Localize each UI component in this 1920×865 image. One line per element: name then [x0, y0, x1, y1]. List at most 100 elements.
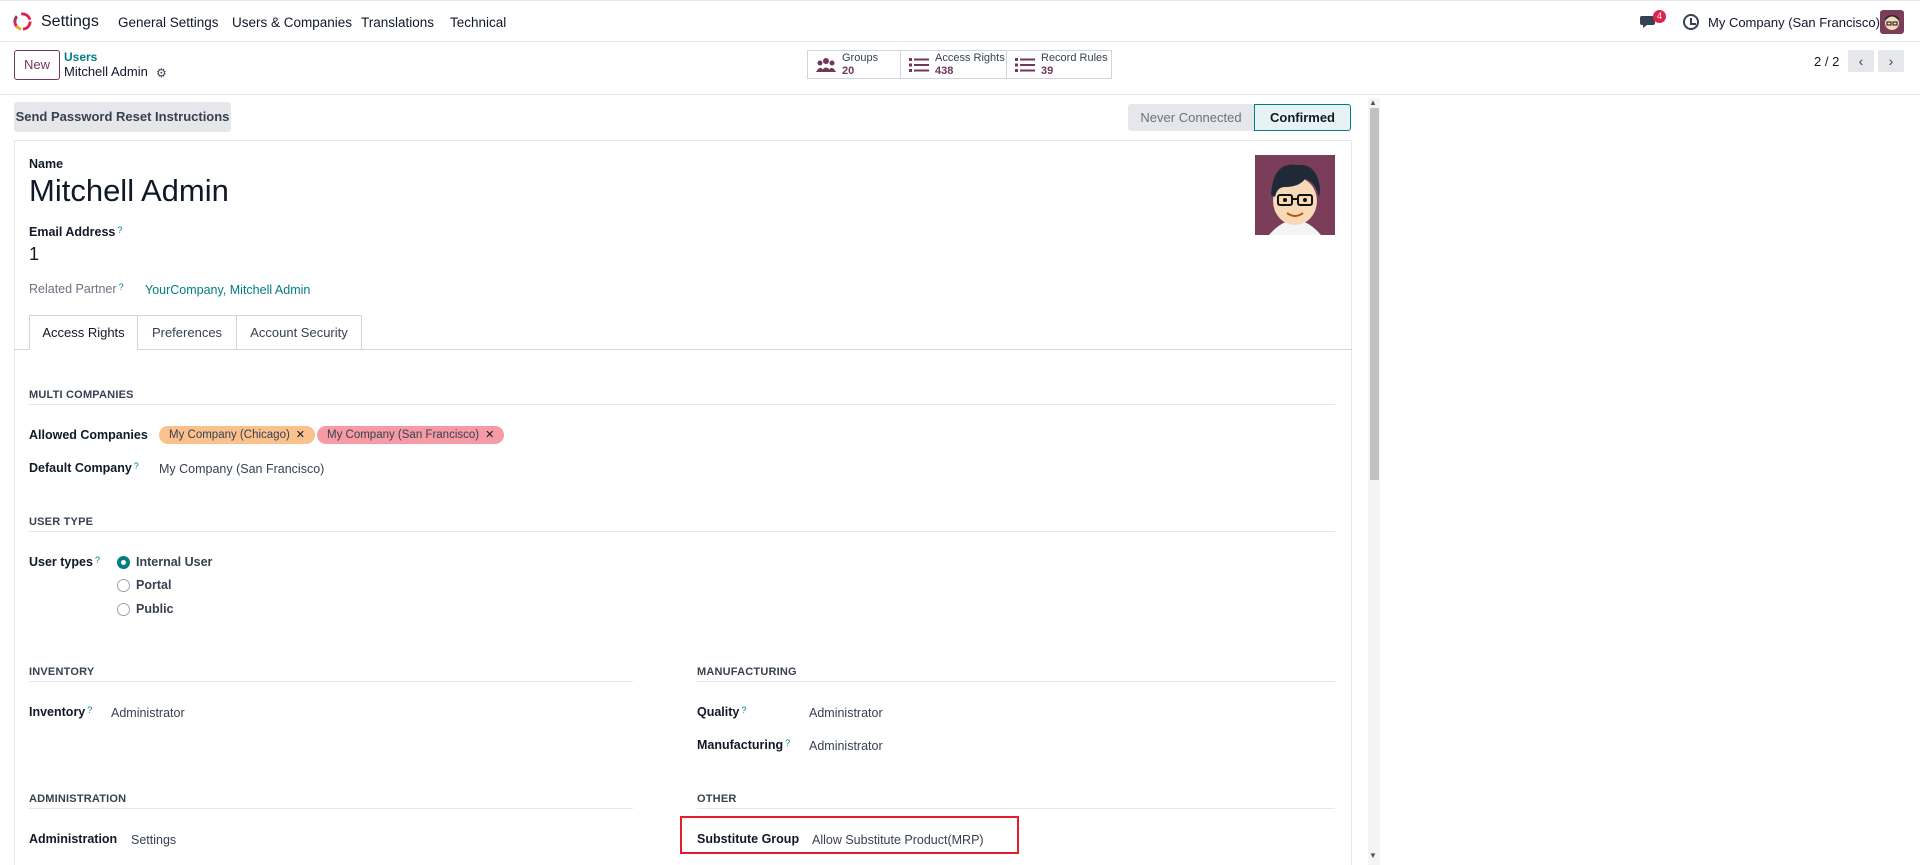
- user-types-label: User types?: [29, 555, 100, 569]
- highlight-box: [680, 816, 1019, 854]
- related-partner-label-text: Related Partner: [29, 282, 117, 296]
- default-company-label-text: Default Company: [29, 461, 132, 475]
- help-icon[interactable]: ?: [134, 461, 139, 471]
- section-title-inventory: INVENTORY: [29, 666, 95, 678]
- tab-preferences[interactable]: Preferences: [137, 315, 237, 350]
- email-field[interactable]: 1: [29, 244, 39, 265]
- users-icon: [816, 58, 836, 72]
- close-icon[interactable]: ✕: [485, 429, 494, 441]
- tag-label: My Company (San Francisco): [327, 429, 480, 441]
- section-title-administration: ADMINISTRATION: [29, 793, 127, 805]
- close-icon[interactable]: ✕: [296, 429, 305, 441]
- app-name[interactable]: Settings: [41, 13, 99, 31]
- default-company-label: Default Company?: [29, 461, 139, 475]
- company-tag-chicago[interactable]: My Company (Chicago) ✕: [159, 426, 316, 444]
- section-separator: [29, 681, 633, 682]
- control-panel: New Users Mitchell Admin ⚙ Groups 20 Acc…: [0, 42, 1920, 95]
- manufacturing-field[interactable]: Administrator: [809, 739, 883, 753]
- new-button[interactable]: New: [14, 50, 60, 80]
- manufacturing-label-text: Manufacturing: [697, 738, 784, 752]
- help-icon[interactable]: ?: [741, 705, 746, 715]
- pager-value[interactable]: 2 / 2: [1814, 54, 1839, 69]
- radio-label-portal[interactable]: Portal: [136, 578, 171, 592]
- related-partner-label: Related Partner?: [29, 282, 124, 296]
- menu-technical[interactable]: Technical: [450, 15, 506, 30]
- smart-button-count: 438: [935, 65, 954, 77]
- section-title-other: OTHER: [697, 793, 737, 805]
- smart-button-count: 39: [1041, 65, 1054, 77]
- groups-smart-button[interactable]: Groups 20: [807, 50, 901, 79]
- top-navbar: Settings General Settings Users & Compan…: [0, 0, 1920, 42]
- section-separator: [697, 808, 1335, 809]
- menu-users-companies[interactable]: Users & Companies: [232, 15, 352, 30]
- section-separator: [29, 808, 633, 809]
- quality-field[interactable]: Administrator: [809, 706, 883, 720]
- help-icon[interactable]: ?: [117, 225, 122, 235]
- name-label: Name: [29, 157, 64, 171]
- breadcrumb-users[interactable]: Users: [64, 50, 97, 64]
- allowed-companies-label: Allowed Companies: [29, 428, 148, 442]
- section-title-user-type: USER TYPE: [29, 516, 94, 528]
- help-icon[interactable]: ?: [785, 738, 790, 748]
- radio-label-public[interactable]: Public: [136, 602, 174, 616]
- chat-badge: 4: [1653, 10, 1666, 23]
- administration-label: Administration: [29, 832, 118, 846]
- section-separator: [697, 681, 1335, 682]
- company-switcher[interactable]: My Company (San Francisco): [1708, 15, 1880, 30]
- section-separator: [29, 531, 1335, 532]
- help-icon[interactable]: ?: [95, 555, 100, 565]
- section-separator: [29, 404, 1335, 405]
- access-rights-smart-button[interactable]: Access Rights 438: [900, 50, 1007, 79]
- record-rules-smart-button[interactable]: Record Rules 39: [1006, 50, 1112, 79]
- chevron-left-icon: ‹: [1858, 53, 1864, 69]
- radio-label-internal-user[interactable]: Internal User: [136, 555, 212, 569]
- menu-general-settings[interactable]: General Settings: [118, 15, 219, 30]
- inventory-field[interactable]: Administrator: [111, 706, 185, 720]
- stage-confirmed[interactable]: Confirmed: [1254, 104, 1351, 131]
- odoo-app-icon[interactable]: [13, 12, 32, 31]
- chevron-right-icon: ›: [1888, 53, 1894, 69]
- scroll-down-icon[interactable]: ▼: [1369, 851, 1377, 860]
- quality-label-text: Quality: [697, 705, 740, 719]
- user-types-label-text: User types: [29, 555, 93, 569]
- quality-label: Quality?: [697, 705, 746, 719]
- pager-previous-button[interactable]: ‹: [1848, 50, 1874, 72]
- list-icon: [1015, 58, 1035, 72]
- radio-internal-user[interactable]: [117, 556, 130, 569]
- related-partner-link[interactable]: YourCompany, Mitchell Admin: [145, 283, 310, 297]
- send-password-reset-button[interactable]: Send Password Reset Instructions: [14, 102, 231, 132]
- tab-access-rights[interactable]: Access Rights: [29, 315, 138, 350]
- smart-button-count: 20: [842, 65, 855, 77]
- clock-icon[interactable]: [1683, 14, 1699, 30]
- menu-translations[interactable]: Translations: [361, 15, 434, 30]
- email-label: Email Address?: [29, 225, 122, 239]
- scroll-up-icon[interactable]: ▲: [1369, 98, 1377, 107]
- section-title-manufacturing: MANUFACTURING: [697, 666, 797, 678]
- breadcrumb-current: Mitchell Admin: [64, 64, 148, 79]
- default-company-field[interactable]: My Company (San Francisco): [159, 462, 324, 476]
- smart-button-label: Access Rights: [935, 52, 1005, 64]
- inventory-label-text: Inventory: [29, 705, 86, 719]
- section-title-multi-companies: MULTI COMPANIES: [29, 389, 134, 401]
- gear-icon[interactable]: ⚙: [156, 66, 167, 80]
- user-avatar[interactable]: [1880, 10, 1904, 34]
- form-sheet: [14, 140, 1352, 865]
- inventory-label: Inventory?: [29, 705, 92, 719]
- user-photo[interactable]: [1255, 155, 1335, 235]
- manufacturing-label: Manufacturing?: [697, 738, 790, 752]
- help-icon[interactable]: ?: [119, 282, 124, 292]
- smart-button-label: Groups: [842, 52, 879, 64]
- administration-field[interactable]: Settings: [131, 833, 176, 847]
- email-label-text: Email Address: [29, 225, 116, 239]
- help-icon[interactable]: ?: [87, 705, 92, 715]
- company-tag-san-francisco[interactable]: My Company (San Francisco) ✕: [317, 426, 505, 444]
- stage-never-connected[interactable]: Never Connected: [1128, 104, 1254, 131]
- radio-portal[interactable]: [117, 579, 130, 592]
- scrollbar-thumb[interactable]: [1370, 108, 1379, 480]
- smart-button-label: Record Rules: [1041, 52, 1108, 64]
- name-field[interactable]: Mitchell Admin: [29, 173, 229, 209]
- radio-public[interactable]: [117, 603, 130, 616]
- tab-account-security[interactable]: Account Security: [236, 315, 362, 350]
- list-icon: [909, 58, 929, 72]
- pager-next-button[interactable]: ›: [1878, 50, 1904, 72]
